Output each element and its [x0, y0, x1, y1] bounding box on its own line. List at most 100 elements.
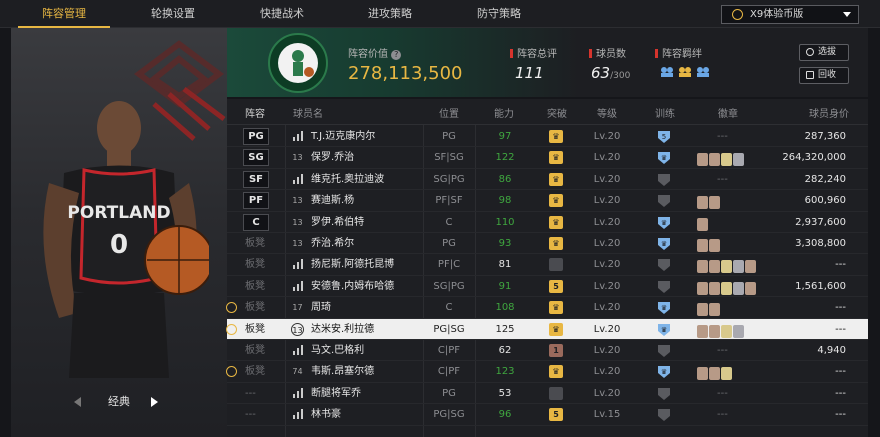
- lineup-slot[interactable]: 板凳: [245, 340, 265, 361]
- table-row[interactable]: C 13 罗伊.希伯特 C 110 ♛ Lv.20 ♛ 2,937,600: [227, 212, 868, 233]
- lineup-slot[interactable]: 板凳: [245, 233, 265, 254]
- table-row[interactable]: 板凳 13 乔治.希尔 PG 93 ♛ Lv.20 ♛ 3,308,800: [227, 233, 868, 255]
- badge-icon[interactable]: [709, 303, 720, 317]
- player-name[interactable]: 安德鲁.内姆布哈德: [311, 276, 394, 297]
- lineup-slot[interactable]: ---: [245, 404, 256, 425]
- badge-icon[interactable]: [697, 260, 708, 274]
- badge-icon[interactable]: [697, 324, 708, 338]
- badge-icon[interactable]: [697, 367, 708, 381]
- badge-icon[interactable]: [721, 367, 732, 381]
- lineup-slot[interactable]: 板凳: [245, 254, 265, 275]
- player-name[interactable]: 断腿将军乔: [311, 383, 361, 404]
- player-name[interactable]: 扬尼斯.阿德托昆博: [311, 254, 394, 275]
- lineup-slot[interactable]: 板凳: [245, 319, 265, 340]
- badge-icon[interactable]: [721, 324, 732, 338]
- tab-rotation[interactable]: 轮换设置: [117, 0, 229, 28]
- table-row[interactable]: SF 维克托.奥拉迪波 SG|PG 86 ♛ Lv.20 --- 282,240: [227, 169, 868, 191]
- tab-defense[interactable]: 防守策略: [443, 0, 555, 28]
- table-row[interactable]: 板凳 安德鲁.内姆布哈德 SG|PG 91 5 Lv.20 1,561,600: [227, 276, 868, 298]
- lineup-slot[interactable]: 板凳: [245, 276, 265, 297]
- player-name[interactable]: 罗伊.希伯特: [311, 212, 364, 233]
- player-position: PG: [442, 238, 456, 249]
- player-name[interactable]: 维克托.奥拉迪波: [311, 169, 384, 190]
- table-row[interactable]: 板凳 13 达米安.利拉德 PG|SG 125 ♛ Lv.20 ♛ ---: [226, 318, 868, 340]
- badge-icon[interactable]: [709, 153, 720, 167]
- badge-icon[interactable]: [721, 260, 732, 274]
- col-training[interactable]: 训练: [655, 105, 675, 120]
- badge-icon[interactable]: [697, 303, 708, 317]
- lineup-slot[interactable]: ---: [245, 383, 256, 404]
- lineup-slot[interactable]: SF: [243, 170, 269, 188]
- badge-icon[interactable]: [733, 153, 744, 167]
- badge-icon[interactable]: [733, 260, 744, 274]
- table-row[interactable]: 板凳 17 周琦 C 108 ♛ Lv.20 ♛ ---: [226, 297, 868, 319]
- badge-icon[interactable]: [709, 281, 720, 295]
- badge-icon[interactable]: [721, 281, 732, 295]
- table-row[interactable]: 板凳 扬尼斯.阿德托昆博 PF|C 81 Lv.20 ---: [227, 254, 868, 276]
- player-name[interactable]: 保罗.乔治: [311, 147, 354, 168]
- badge-icon[interactable]: [709, 239, 720, 252]
- col-breakthrough[interactable]: 突破: [547, 105, 567, 120]
- player-name[interactable]: 韦斯.昂塞尔德: [311, 361, 374, 382]
- badge-icon[interactable]: [745, 260, 756, 274]
- chemistry-icon-blue-2[interactable]: [696, 66, 710, 78]
- lineup-slot[interactable]: PG: [243, 128, 269, 145]
- player-name[interactable]: T.J.迈克康内尔: [311, 126, 375, 147]
- badge-empty: ---: [717, 409, 728, 421]
- player-name[interactable]: 乔治.希尔: [311, 233, 354, 254]
- lineup-slot[interactable]: 板凳: [245, 297, 265, 318]
- tab-lineup[interactable]: 阵容管理: [8, 0, 120, 28]
- help-icon[interactable]: ?: [391, 50, 402, 60]
- select-button[interactable]: 选拔: [799, 44, 849, 61]
- badge-empty: ---: [717, 131, 728, 142]
- col-level[interactable]: 等级: [597, 105, 617, 120]
- player-name[interactable]: 林书豪: [311, 404, 341, 425]
- badge-icon[interactable]: [697, 196, 708, 210]
- col-position[interactable]: 位置: [439, 105, 459, 120]
- table-row[interactable]: 板凳 74 韦斯.昂塞尔德 C|PF 123 ♛ Lv.20 ♛ ---: [226, 361, 868, 383]
- col-name[interactable]: 球员名: [293, 105, 323, 120]
- next-arrow-icon[interactable]: [151, 397, 158, 407]
- recycle-icon: [806, 71, 814, 79]
- chemistry-icon-blue[interactable]: [660, 66, 674, 78]
- table-row[interactable]: SG 13 保罗.乔治 SF|SG 122 ♛ Lv.20 ♛ 264,320,000: [227, 147, 868, 169]
- jersey-number-icon: 13: [292, 217, 303, 227]
- badge-icon[interactable]: [733, 281, 744, 295]
- tab-offense[interactable]: 进攻策略: [334, 0, 446, 28]
- badge-icon[interactable]: [697, 281, 708, 295]
- col-price[interactable]: 球员身价: [809, 105, 849, 120]
- player-name[interactable]: 周琦: [311, 297, 331, 318]
- lineup-slot[interactable]: 板凳: [245, 361, 265, 382]
- breakthrough-icon: ♛: [549, 301, 563, 315]
- lineup-slot[interactable]: SG: [243, 149, 269, 167]
- badge-icon[interactable]: [697, 217, 708, 231]
- table-row[interactable]: --- 断腿将军乔 PG 53 Lv.20 --- ---: [227, 383, 868, 405]
- table-row[interactable]: --- 林书豪 PG|SG 96 5 Lv.15 --- ---: [227, 404, 868, 426]
- chemistry-icon-gold[interactable]: [678, 66, 692, 78]
- lineup-slot[interactable]: PF: [243, 192, 269, 210]
- badge-icon[interactable]: [697, 153, 708, 167]
- badge-icon[interactable]: [697, 239, 708, 252]
- badge-icon[interactable]: [709, 196, 720, 210]
- badge-icon[interactable]: [721, 153, 732, 167]
- badge-icon[interactable]: [709, 260, 720, 274]
- player-level: Lv.20: [593, 366, 621, 378]
- col-ovr[interactable]: 能力: [494, 105, 514, 120]
- col-lineup[interactable]: 阵容: [245, 105, 265, 120]
- badge-icon[interactable]: [709, 324, 720, 338]
- badge-list: [697, 365, 733, 381]
- table-row[interactable]: PG T.J.迈克康内尔 PG 97 ♛ Lv.20 5 --- 287,360: [227, 126, 868, 148]
- col-badges[interactable]: 徽章: [718, 105, 738, 120]
- badge-icon[interactable]: [733, 324, 744, 338]
- tab-quick-tactics[interactable]: 快捷战术: [226, 0, 338, 28]
- badge-icon[interactable]: [745, 281, 756, 295]
- table-row[interactable]: PF 13 赛迪斯.杨 PF|SF 98 ♛ Lv.20 600,960: [227, 190, 868, 212]
- recycle-button[interactable]: 回收: [799, 67, 849, 84]
- lineup-slot[interactable]: C: [243, 213, 269, 231]
- table-row[interactable]: 板凳 马文.巴格利 C|PF 62 1 Lv.20 --- 4,940: [227, 340, 868, 362]
- player-name[interactable]: 达米安.利拉德: [311, 319, 374, 340]
- player-name[interactable]: 赛迪斯.杨: [311, 190, 354, 211]
- badge-icon[interactable]: [709, 367, 720, 381]
- version-dropdown[interactable]: X9体验币版: [721, 5, 859, 24]
- player-name[interactable]: 马文.巴格利: [311, 340, 364, 361]
